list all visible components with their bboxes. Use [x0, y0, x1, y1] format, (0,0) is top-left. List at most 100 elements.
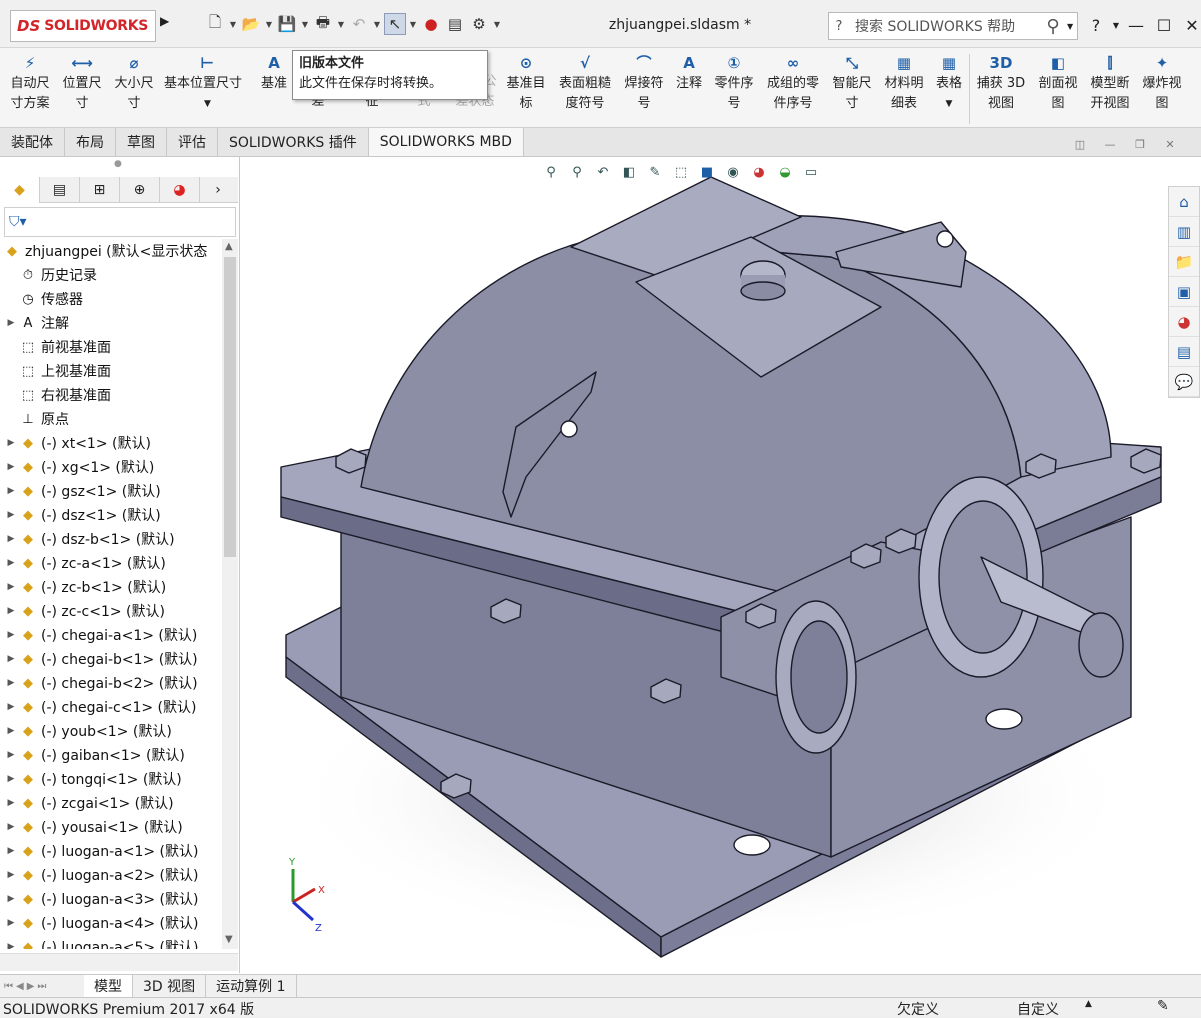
restore-panel-icon[interactable]: ◫	[1068, 136, 1092, 152]
size-dimension-button[interactable]: ⌀ 大小尺寸	[110, 52, 158, 114]
tab-mbd[interactable]: SOLIDWORKS MBD	[368, 128, 524, 156]
expand-arrow-icon[interactable]: ▶	[4, 942, 18, 949]
options-gear-icon[interactable]: ⚙	[468, 13, 490, 35]
edit-appearance-icon[interactable]: ◕	[748, 161, 770, 183]
feature-manager-tab-icon[interactable]: ◆	[0, 177, 40, 203]
document-restore-icon[interactable]: ❐	[1128, 136, 1152, 152]
tree-horizontal-scrollbar[interactable]	[0, 953, 238, 971]
dimxpert-tab-icon[interactable]: ⊕	[120, 177, 160, 203]
apply-scene-icon[interactable]: ◒	[774, 161, 796, 183]
tree-component[interactable]: ▶ ◆ (-) luogan-a<2> (默认)	[0, 863, 199, 887]
select-arrow-icon[interactable]: ↖	[384, 13, 406, 35]
close-button[interactable]: ✕	[1179, 12, 1201, 38]
tree-item[interactable]: ◷ 传感器	[0, 287, 83, 311]
minimize-button[interactable]: —	[1123, 12, 1149, 38]
basic-location-dimension-button[interactable]: ⊢ 基本位置尺寸 ▼	[162, 52, 254, 114]
solidworks-logo[interactable]: DS SOLIDWORKS	[10, 10, 156, 42]
expand-arrow-icon[interactable]: ▶	[4, 510, 18, 520]
tree-component[interactable]: ▶ ◆ (-) yousai<1> (默认)	[0, 815, 183, 839]
tree-component[interactable]: ▶ ◆ (-) zc-a<1> (默认)	[0, 551, 166, 575]
exploded-view-button[interactable]: ✦ 爆炸视图	[1138, 52, 1186, 114]
search-help-box[interactable]: ? 搜索 SOLIDWORKS 帮助 ⚲ ▼	[828, 12, 1078, 40]
section-view-icon[interactable]: ◧	[618, 161, 640, 183]
select-dropdown-icon[interactable]: ▼	[408, 13, 418, 35]
tree-component[interactable]: ▶ ◆ (-) chegai-b<1> (默认)	[0, 647, 198, 671]
weld-symbol-button[interactable]: ⌒ 焊接符号	[620, 52, 668, 114]
capture-3d-view-button[interactable]: 3D 捕获 3D 视图	[972, 52, 1030, 114]
expand-arrow-icon[interactable]: ▶	[4, 774, 18, 784]
expand-arrow-icon[interactable]: ▶	[4, 582, 18, 592]
units-dropdown-icon[interactable]: ▲	[1085, 999, 1092, 1009]
tree-component[interactable]: ▶ ◆ (-) tongqi<1> (默认)	[0, 767, 182, 791]
expand-arrow-icon[interactable]: ▶	[4, 750, 18, 760]
tree-component[interactable]: ▶ ◆ (-) chegai-c<1> (默认)	[0, 695, 197, 719]
expand-arrow-icon[interactable]: ▶	[4, 630, 18, 640]
display-style-icon[interactable]: ■	[696, 161, 718, 183]
tree-component[interactable]: ▶ ◆ (-) youb<1> (默认)	[0, 719, 172, 743]
expand-arrow-icon[interactable]: ▶	[4, 918, 18, 928]
tree-component[interactable]: ▶ ◆ (-) luogan-a<1> (默认)	[0, 839, 199, 863]
search-dropdown-icon[interactable]: ▼	[1067, 22, 1077, 31]
display-manager-tab-icon[interactable]: ◕	[160, 177, 200, 203]
more-tabs-chevron-icon[interactable]: ›	[200, 177, 236, 203]
configuration-manager-tab-icon[interactable]: ⊞	[80, 177, 120, 203]
tree-component[interactable]: ▶ ◆ (-) luogan-a<4> (默认)	[0, 911, 199, 935]
undo-icon[interactable]: ↶	[348, 13, 370, 35]
balloon-button[interactable]: ① 零件序号	[710, 52, 758, 114]
tree-component[interactable]: ▶ ◆ (-) luogan-a<3> (默认)	[0, 887, 199, 911]
tree-scroll-thumb[interactable]	[224, 257, 236, 557]
status-quick-tips-icon[interactable]: ✎	[1157, 998, 1169, 1014]
help-button[interactable]: ?	[1083, 12, 1109, 38]
bom-button[interactable]: ▦ 材料明 细表	[880, 52, 928, 114]
last-tab-icon[interactable]: ⏭	[37, 981, 46, 992]
tab-model[interactable]: 模型	[84, 975, 133, 997]
previous-view-icon[interactable]: ↶	[592, 161, 614, 183]
zoom-to-fit-icon[interactable]: ⚲	[540, 161, 562, 183]
new-dropdown-icon[interactable]: ▼	[228, 13, 238, 35]
file-explorer-icon[interactable]: 📁	[1169, 247, 1199, 277]
expand-arrow-icon[interactable]: ▶	[4, 822, 18, 832]
tree-component[interactable]: ▶ ◆ (-) dsz<1> (默认)	[0, 503, 161, 527]
tree-component[interactable]: ▶ ◆ (-) dsz-b<1> (默认)	[0, 527, 175, 551]
tab-motion-study[interactable]: 运动算例 1	[206, 975, 297, 997]
scroll-up-icon[interactable]: ▲	[225, 241, 233, 252]
new-file-icon[interactable]: 🗋	[204, 13, 226, 35]
expand-arrow-icon[interactable]: ▶	[4, 486, 18, 496]
home-icon[interactable]: ⌂	[1169, 187, 1199, 217]
datum-button[interactable]: A 基准	[256, 52, 292, 94]
expand-arrow-icon[interactable]: ▶	[4, 606, 18, 616]
scroll-down-icon[interactable]: ▼	[225, 934, 233, 945]
expand-arrow-icon[interactable]: ▶	[4, 462, 18, 472]
tree-item[interactable]: ⬚ 前视基准面	[0, 335, 111, 359]
first-tab-icon[interactable]: ⏮	[4, 981, 13, 992]
tab-3d-view[interactable]: 3D 视图	[133, 975, 207, 997]
forum-icon[interactable]: 💬	[1169, 367, 1199, 397]
hide-show-items-icon[interactable]: ◉	[722, 161, 744, 183]
expand-arrow-icon[interactable]: ▶	[4, 318, 18, 328]
design-library-icon[interactable]: ▥	[1169, 217, 1199, 247]
print-dropdown-icon[interactable]: ▼	[336, 13, 346, 35]
tree-component[interactable]: ▶ ◆ (-) zcgai<1> (默认)	[0, 791, 174, 815]
expand-arrow-icon[interactable]: ▶	[4, 678, 18, 688]
tree-component[interactable]: ▶ ◆ (-) luogan-a<5> (默认)	[0, 935, 199, 950]
view-palette-icon[interactable]: ▣	[1169, 277, 1199, 307]
tree-component[interactable]: ▶ ◆ (-) zc-c<1> (默认)	[0, 599, 165, 623]
tab-addins[interactable]: SOLIDWORKS 插件	[218, 128, 369, 156]
tab-layout[interactable]: 布局	[65, 128, 116, 156]
print-icon[interactable]: 🖶	[312, 13, 334, 35]
tree-item[interactable]: ▶ A 注解	[0, 311, 69, 335]
expand-arrow-icon[interactable]: ▶	[4, 798, 18, 808]
tab-assembly[interactable]: 装配体	[0, 128, 65, 156]
maximize-button[interactable]: ☐	[1151, 12, 1177, 38]
view-settings-icon[interactable]: ▭	[800, 161, 822, 183]
note-button[interactable]: A 注释	[670, 52, 708, 94]
auto-dimension-scheme-button[interactable]: ⚡ 自动尺 寸方案	[6, 52, 54, 114]
open-file-icon[interactable]: 📂	[240, 13, 262, 35]
tree-item[interactable]: ⊥ 原点	[0, 407, 69, 431]
tree-component[interactable]: ▶ ◆ (-) gaiban<1> (默认)	[0, 743, 185, 767]
tree-component[interactable]: ▶ ◆ (-) zc-b<1> (默认)	[0, 575, 167, 599]
custom-properties-icon[interactable]: ▤	[1169, 337, 1199, 367]
tree-item[interactable]: ⏱ 历史记录	[0, 263, 97, 287]
search-icon[interactable]: ⚲	[1039, 16, 1067, 37]
tree-component[interactable]: ▶ ◆ (-) chegai-a<1> (默认)	[0, 623, 198, 647]
